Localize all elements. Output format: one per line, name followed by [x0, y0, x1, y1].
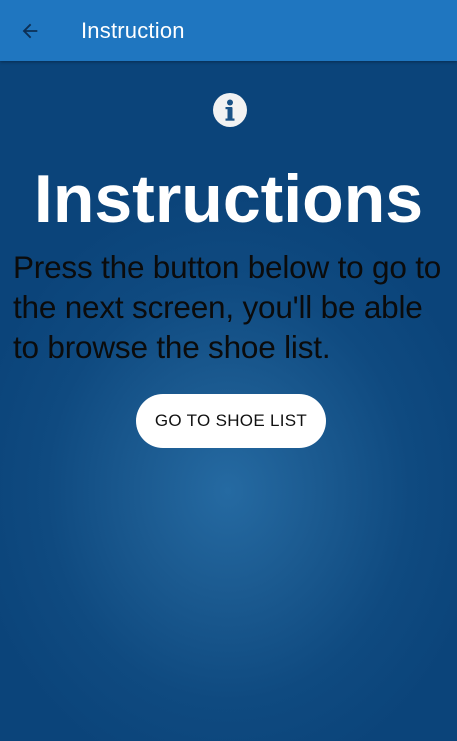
page-heading: Instructions — [33, 161, 424, 237]
instruction-text: Press the button below to go to the next… — [13, 249, 442, 365]
go-to-shoe-list-button[interactable]: GO TO SHOE LIST — [136, 394, 326, 448]
app-bar-title: Instruction — [81, 18, 185, 43]
info-icon — [213, 93, 247, 127]
main-content: Instructions Press the button below to g… — [0, 61, 457, 741]
back-button[interactable] — [15, 16, 45, 46]
app-bar: Instruction — [0, 0, 457, 61]
arrow-back-icon — [22, 23, 38, 38]
